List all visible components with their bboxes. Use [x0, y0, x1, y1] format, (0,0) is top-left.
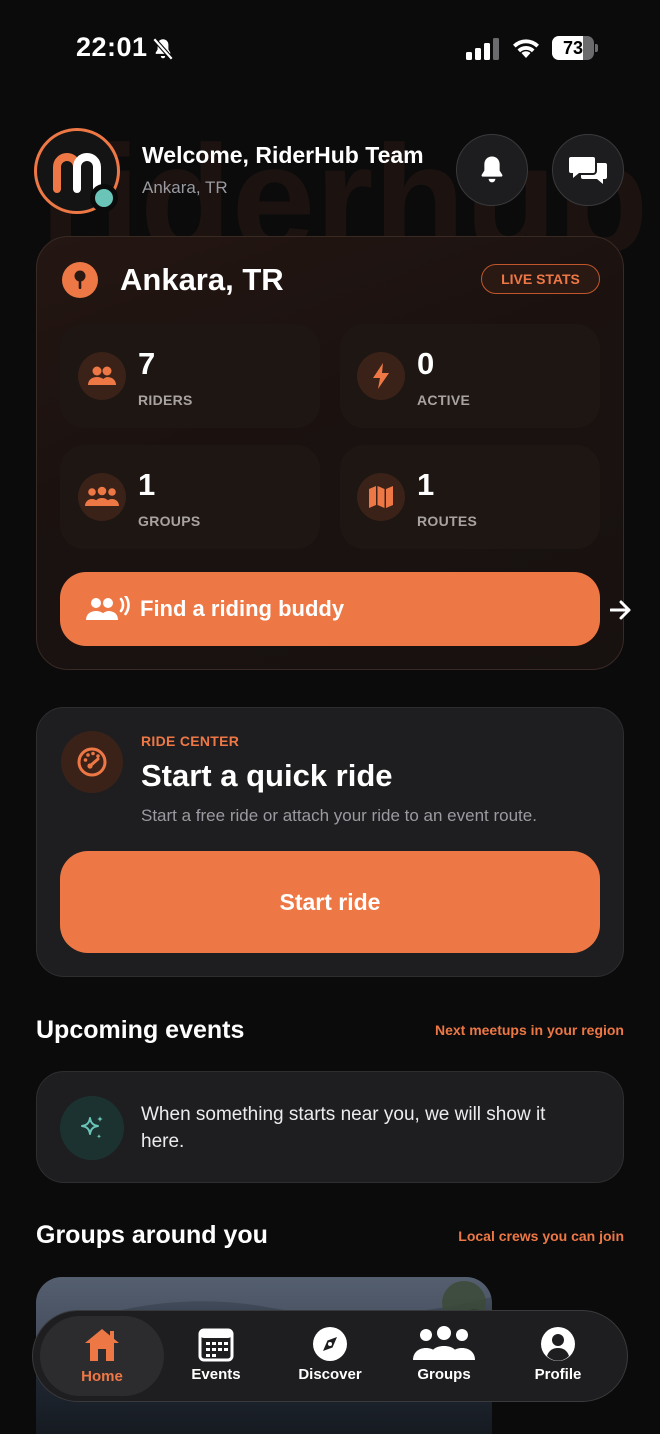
groups-icon: [413, 1326, 475, 1360]
sparkle-icon: [60, 1096, 124, 1160]
tab-events-label: Events: [191, 1366, 241, 1383]
speedometer-icon: [61, 731, 123, 793]
riders-broadcast-icon: [86, 596, 130, 620]
stat-value-riders: 7: [138, 346, 156, 381]
stat-label-riders: RIDERS: [138, 392, 193, 408]
tab-profile-label: Profile: [534, 1366, 582, 1383]
events-empty-text: When something starts near you, we will …: [141, 1104, 546, 1152]
status-time: 22:01: [76, 32, 148, 62]
stat-value-active: 0: [417, 346, 435, 381]
stat-value-groups: 1: [138, 467, 156, 502]
upcoming-events-title: Upcoming events: [36, 1016, 245, 1044]
riders-icon: [78, 352, 126, 400]
map-icon: [357, 473, 405, 521]
stat-label-groups: GROUPS: [138, 513, 201, 529]
calendar-icon: [198, 1328, 234, 1362]
find-riding-buddy-button[interactable]: Find a riding buddy: [60, 572, 631, 646]
tab-discover[interactable]: Discover: [280, 1316, 380, 1396]
location-pin-icon: [62, 262, 98, 298]
notifications-button[interactable]: [456, 134, 528, 206]
stat-label-active: ACTIVE: [417, 392, 471, 408]
stat-value-routes: 1: [417, 467, 435, 502]
online-status-dot: [90, 184, 118, 212]
arrow-right-icon: [610, 600, 631, 620]
upcoming-events-link[interactable]: Next meetups in your region: [435, 1022, 624, 1038]
groups-icon: [78, 473, 126, 521]
chat-bubbles-icon: [569, 157, 607, 184]
profile-icon: [541, 1327, 575, 1361]
start-ride-button[interactable]: Start ride: [60, 851, 600, 953]
stat-label-routes: ROUTES: [417, 513, 478, 529]
tab-groups-label: Groups: [417, 1366, 471, 1383]
battery-icon: 73: [552, 36, 598, 60]
city-name: Ankara, TR: [120, 262, 284, 297]
tab-home-label: Home: [81, 1368, 123, 1385]
find-riding-buddy-label: Find a riding buddy: [140, 596, 345, 621]
ride-center-description: Start a free ride or attach your ride to…: [141, 806, 537, 825]
user-location: Ankara, TR: [142, 178, 228, 197]
groups-around-link[interactable]: Local crews you can join: [458, 1228, 624, 1244]
groups-around-title: Groups around you: [36, 1221, 268, 1249]
live-stats-badge: LIVE STATS: [481, 264, 600, 294]
tab-home[interactable]: Home: [40, 1316, 164, 1396]
tab-profile[interactable]: Profile: [508, 1316, 608, 1396]
ride-center-title: Start a quick ride: [141, 758, 393, 793]
ride-center-eyebrow: RIDE CENTER: [141, 733, 240, 749]
battery-percent: 73: [562, 38, 584, 58]
tab-discover-label: Discover: [298, 1366, 362, 1383]
messages-button[interactable]: [552, 134, 624, 206]
compass-icon: [313, 1327, 347, 1361]
bell-slash-icon: [152, 37, 174, 61]
home-icon: [85, 1329, 119, 1361]
bell-icon: [481, 156, 503, 183]
welcome-title: Welcome, RiderHub Team: [142, 142, 424, 168]
tab-events[interactable]: Events: [166, 1316, 266, 1396]
signal-icon: [466, 38, 499, 60]
tab-groups[interactable]: Groups: [394, 1316, 494, 1396]
wifi-icon: [513, 39, 539, 58]
bolt-icon: [357, 352, 405, 400]
